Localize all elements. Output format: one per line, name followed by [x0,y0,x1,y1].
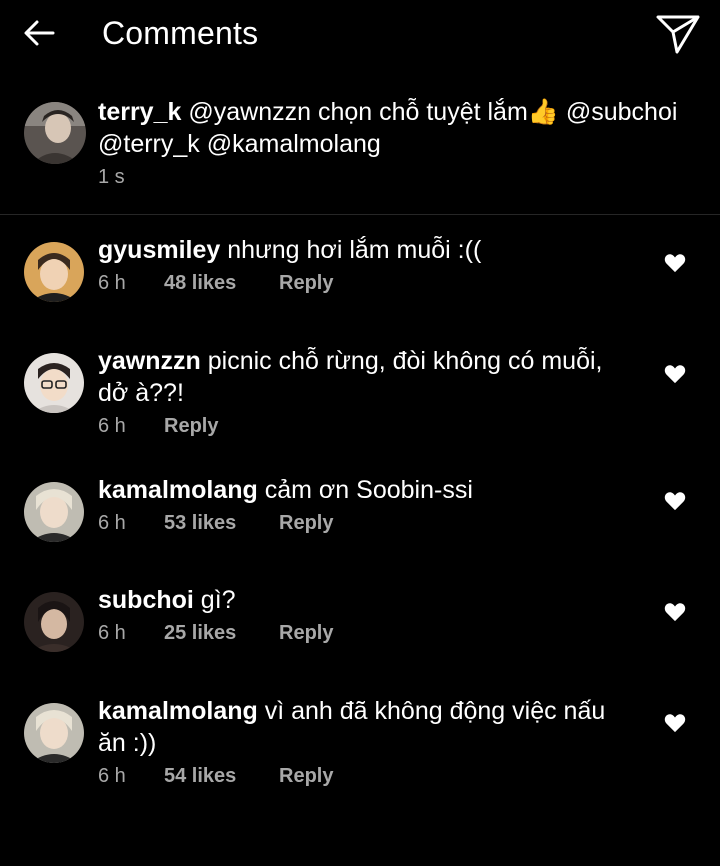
username[interactable]: terry_k [98,98,181,126]
timestamp: 1 s [98,166,125,188]
avatar[interactable] [24,242,84,302]
comment-meta: 6 h 54 likes Reply [98,765,638,788]
comment-body: subchoi gì? 6 h 25 likes Reply [98,584,638,645]
reply-button[interactable]: Reply [164,415,218,438]
reply-button[interactable]: Reply [279,272,333,295]
heart-icon[interactable] [664,712,686,734]
like-count[interactable]: 54 likes [164,765,279,788]
paper-plane-icon [656,15,700,54]
comment-text-line: gyusmiley nhưng hơi lắm muỗi :(( [98,234,638,266]
arrow-left-icon [24,20,55,46]
share-button[interactable] [650,8,706,60]
comment-meta: 6 h Reply [98,415,638,438]
comment-text: cảm ơn Soobin-ssi [257,476,473,504]
heart-icon[interactable] [664,490,686,512]
timestamp: 6 h [98,415,126,437]
caption-body: terry_k @yawnzzn chọn chỗ tuyệt lắm👍 @su… [98,96,710,189]
reply-button[interactable]: Reply [279,512,333,535]
comment-body: gyusmiley nhưng hơi lắm muỗi :(( 6 h 48 … [98,234,638,295]
caption-text: @yawnzzn chọn chỗ tuyệt lắm👍 @subchoi @t… [98,98,678,158]
back-button[interactable] [18,12,60,54]
comment-text: gì? [193,586,236,614]
heart-icon[interactable] [664,601,686,623]
timestamp: 6 h [98,622,126,644]
comment-text-line: subchoi gì? [98,584,638,616]
heart-icon[interactable] [664,363,686,385]
username[interactable]: gyusmiley [98,236,220,264]
comment-meta: 6 h 53 likes Reply [98,512,638,535]
top-bar: Comments [0,0,720,66]
avatar[interactable] [24,482,84,542]
timestamp: 6 h [98,765,126,787]
comment-text-line: kamalmolang cảm ơn Soobin-ssi [98,474,638,506]
avatar[interactable] [24,353,84,413]
comment-body: kamalmolang cảm ơn Soobin-ssi 6 h 53 lik… [98,474,638,535]
username[interactable]: kamalmolang [98,697,258,725]
like-count[interactable]: 53 likes [164,512,279,535]
caption-meta: 1 s [98,166,710,189]
reply-button[interactable]: Reply [279,765,333,788]
avatar[interactable] [24,703,84,763]
comment-text-line: kamalmolang vì anh đã không động việc nấ… [98,695,638,759]
heart-icon[interactable] [664,252,686,274]
username[interactable]: yawnzzn [98,347,201,375]
username[interactable]: subchoi [98,586,194,614]
timestamp: 6 h [98,512,126,534]
comment-body: yawnzzn picnic chỗ rừng, đòi không có mu… [98,345,638,438]
avatar[interactable] [24,592,84,652]
page-title: Comments [102,15,259,51]
comment-meta: 6 h 25 likes Reply [98,622,638,645]
timestamp: 6 h [98,272,126,294]
like-count[interactable]: 48 likes [164,272,279,295]
divider [0,214,720,215]
comment-body: kamalmolang vì anh đã không động việc nấ… [98,695,638,788]
avatar[interactable] [24,102,86,164]
username[interactable]: kamalmolang [98,476,258,504]
comment-text: nhưng hơi lắm muỗi :(( [220,236,482,264]
comment-text-line: yawnzzn picnic chỗ rừng, đòi không có mu… [98,345,638,409]
reply-button[interactable]: Reply [279,622,333,645]
caption-text-line: terry_k @yawnzzn chọn chỗ tuyệt lắm👍 @su… [98,96,710,160]
post-caption: terry_k @yawnzzn chọn chỗ tuyệt lắm👍 @su… [0,88,720,214]
like-count[interactable]: 25 likes [164,622,279,645]
comment-meta: 6 h 48 likes Reply [98,272,638,295]
